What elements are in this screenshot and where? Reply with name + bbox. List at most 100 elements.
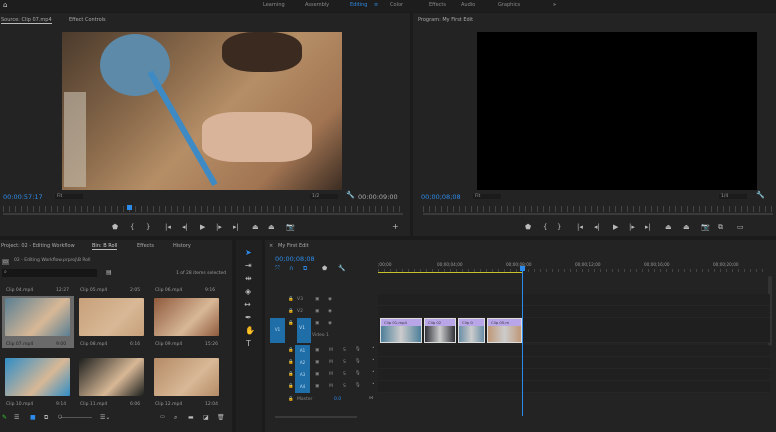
source-scrollbar[interactable] [3,213,403,215]
mute-button[interactable]: M [329,384,333,389]
tab-effects[interactable]: Effects [137,243,154,249]
list-view-icon[interactable]: ☰ [14,414,19,421]
export-frame-icon[interactable]: 📷 [286,223,295,231]
wrench-icon[interactable]: 🔧 [338,265,345,272]
workspace-editing[interactable]: Editing [350,2,367,8]
fit-dropdown[interactable]: Fit [55,194,83,199]
work-area-bar[interactable] [378,272,522,273]
lock-icon[interactable]: 🔒 [288,309,294,314]
source-timecode[interactable]: 00:00:57:17 [3,193,43,201]
step-back-icon[interactable]: ◂| [182,223,188,231]
tab-sequence[interactable]: My First Edit [278,243,309,249]
sync-lock-icon[interactable]: ▣ [315,348,319,353]
close-icon[interactable]: × [269,243,273,249]
insert-icon[interactable]: ⏏ [252,223,259,231]
mark-in-icon[interactable]: { [543,223,547,231]
ripple-edit-icon[interactable]: ⇹ [245,274,252,283]
sync-lock-icon[interactable]: ▣ [315,309,319,314]
mark-in-icon[interactable]: { [130,223,134,231]
microphone-icon[interactable]: 🎙 [355,359,361,364]
tab-source[interactable]: Source: Clip 07.mp4 [1,17,52,24]
solo-button[interactable]: S [343,360,346,365]
marker-icon[interactable]: ⬟ [112,223,118,231]
timeline-clip[interactable]: Clip 01.mp4 [380,318,422,343]
razor-icon[interactable]: ◈ [245,287,251,296]
tab-program[interactable]: Program: My First Edit [418,17,473,23]
resolution-dropdown[interactable]: 1/4 [719,194,747,199]
workspace-learning[interactable]: Learning [263,2,285,8]
snap-icon[interactable]: ∩ [289,265,293,272]
safe-margins-icon[interactable]: ▭ [737,223,744,231]
new-item-icon[interactable]: ◪ [203,414,209,421]
go-to-in-icon[interactable]: |◂ [577,223,583,231]
go-to-in-icon[interactable]: |◂ [165,223,171,231]
go-to-end-icon[interactable]: ⋈ [369,396,374,401]
track-label-v1[interactable]: V1 [297,318,311,343]
clip-thumbnail[interactable] [5,298,70,336]
program-scrollbar[interactable] [423,213,773,215]
icon-view-icon[interactable]: ■ [30,414,36,421]
slider-handle[interactable]: ○ [58,414,62,420]
find-icon[interactable]: ⌕ [174,414,177,422]
keyframe-icon[interactable]: • [372,346,375,351]
tab-effect-controls[interactable]: Effect Controls [69,17,106,23]
master-volume[interactable]: 0.0 [334,397,341,402]
timeline-clip[interactable]: Clip 0 [458,318,485,343]
fit-dropdown[interactable]: Fit [473,194,501,199]
pen-icon[interactable]: ✒ [245,313,252,322]
automate-icon[interactable]: ▭ [160,414,165,420]
extract-icon[interactable]: ⏏ [683,223,690,231]
track-label-a3[interactable]: A3 [295,369,310,381]
sync-lock-icon[interactable]: ▣ [315,372,319,377]
keyframe-icon[interactable]: • [372,382,375,387]
track-select-icon[interactable]: ⇥ [245,261,252,270]
mute-button[interactable]: M [329,348,333,353]
marker-icon[interactable]: ⬟ [525,223,531,231]
sync-lock-icon[interactable]: ▣ [315,384,319,389]
source-time-ruler[interactable] [3,206,403,212]
microphone-icon[interactable]: 🎙 [355,347,361,352]
source-patch-v1[interactable]: V1 [270,318,285,343]
workspace-color[interactable]: Color [390,2,403,8]
track-label-a1[interactable]: A1 [295,345,310,357]
lift-icon[interactable]: ⏏ [665,223,672,231]
workspace-effects[interactable]: Effects [429,2,446,8]
export-frame-icon[interactable]: 📷 [701,223,710,231]
mark-out-icon[interactable]: } [557,223,561,231]
lock-icon[interactable]: 🔒 [288,348,294,353]
step-forward-icon[interactable]: |▸ [216,223,222,231]
sync-lock-icon[interactable]: ▣ [315,360,319,365]
new-folder-icon[interactable]: ▬ [188,414,194,421]
freeform-view-icon[interactable]: ⧉ [44,414,48,422]
eye-icon[interactable]: ◉ [328,321,332,326]
wrench-icon[interactable]: 🔧 [756,191,765,199]
selection-tool-icon[interactable]: ➤ [245,248,252,257]
bin-icon[interactable]: ▭ [2,259,9,265]
pencil-icon[interactable]: ✎ [2,414,7,421]
trash-icon[interactable]: 🗑 [217,414,225,421]
play-icon[interactable]: ▶ [613,223,618,231]
eye-icon[interactable]: ◉ [328,297,332,302]
lock-icon[interactable]: 🔒 [288,297,294,302]
compare-icon[interactable]: ⧉ [718,223,723,232]
sync-lock-icon[interactable]: ▣ [315,297,319,302]
lock-icon[interactable]: 🔒 [288,372,294,377]
track-label-v3[interactable]: V3 [297,297,303,302]
horizontal-zoom-scrollbar[interactable] [275,416,357,418]
timeline-clip[interactable]: Clip 05.m [487,318,522,343]
step-back-icon[interactable]: ◂| [594,223,600,231]
go-to-out-icon[interactable]: ▸| [233,223,239,231]
lock-icon[interactable]: 🔒 [288,384,294,389]
marker-icon[interactable]: ⬟ [322,265,327,272]
playhead-handle[interactable] [520,266,525,271]
step-forward-icon[interactable]: |▸ [629,223,635,231]
add-button-icon[interactable]: + [392,222,399,231]
program-time-ruler[interactable] [423,206,773,212]
keyframe-icon[interactable]: • [372,370,375,375]
clip-thumbnail[interactable] [5,358,70,396]
type-tool-icon[interactable]: T [246,339,251,348]
mark-out-icon[interactable]: } [146,223,150,231]
workspace-assembly[interactable]: Assembly [305,2,329,8]
microphone-icon[interactable]: 🎙 [355,383,361,388]
more-icon[interactable]: » [553,2,556,8]
